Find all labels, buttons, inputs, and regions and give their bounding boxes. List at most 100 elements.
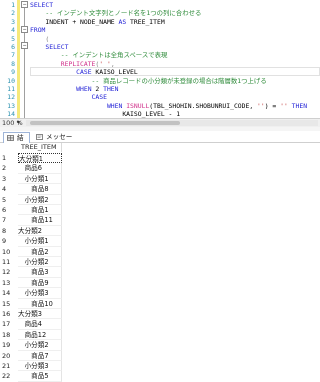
code-line: INDENT + NODE_NAME AS TREE_ITEM <box>30 18 164 26</box>
grid-header: TREE_ITEM <box>0 143 320 152</box>
table-cell[interactable]: 小分類1 <box>18 173 62 185</box>
table-row[interactable]: 5 小分類2 <box>0 194 320 205</box>
row-number[interactable]: 5 <box>2 195 16 205</box>
table-cell[interactable]: 商品3 <box>18 267 62 278</box>
tab-results[interactable]: 結果 <box>3 132 30 152</box>
line-number: 11 <box>7 85 15 93</box>
table-cell[interactable]: 商品11 <box>18 215 62 226</box>
table-cell[interactable]: 小分類1 <box>18 236 62 247</box>
table-row[interactable]: 16 大分類3 <box>0 309 320 320</box>
row-number[interactable]: 2 <box>2 163 16 173</box>
horizontal-scrollbar[interactable] <box>26 120 318 126</box>
table-row[interactable]: 22 商品5 <box>0 371 320 382</box>
code-token: FROM <box>30 26 46 35</box>
table-row[interactable]: 11 小分類2 <box>0 257 320 268</box>
row-number[interactable]: 12 <box>2 267 16 277</box>
row-number[interactable]: 11 <box>2 257 16 267</box>
row-number[interactable]: 16 <box>2 309 16 319</box>
row-number[interactable]: 10 <box>2 247 16 257</box>
table-cell[interactable]: 商品12 <box>18 329 62 341</box>
code-token: WHEN <box>30 101 123 110</box>
tab-messages[interactable]: メッセージ <box>33 132 75 151</box>
table-row[interactable]: 1 大分類1 <box>0 153 320 164</box>
table-cell[interactable]: 小分類2 <box>18 257 62 268</box>
table-cell[interactable]: 小分類2 <box>18 340 62 351</box>
line-number: 3 <box>11 17 15 26</box>
row-number[interactable]: 15 <box>2 299 16 309</box>
code-token: '' <box>257 101 265 110</box>
sql-editor[interactable]: 1 2 3 4 5 6 7 8 9 10 11 12 13 14 − − − SELECT -- インデン… <box>0 0 320 121</box>
row-number[interactable]: 4 <box>2 184 16 194</box>
table-cell[interactable]: 小分類2 <box>18 194 62 205</box>
outline-guide <box>24 4 25 121</box>
table-row[interactable]: 20 商品7 <box>0 350 320 361</box>
row-number[interactable]: 13 <box>2 278 16 288</box>
zoom-dropdown-icon[interactable]: ▾ <box>17 119 20 127</box>
table-cell[interactable]: 大分類1 <box>18 153 62 164</box>
table-row[interactable]: 17 商品4 <box>0 319 320 330</box>
row-number[interactable]: 18 <box>2 330 16 340</box>
table-cell[interactable]: 商品7 <box>18 350 62 361</box>
table-cell[interactable]: 商品10 <box>18 298 62 309</box>
collapse-icon[interactable]: − <box>21 42 28 49</box>
table-cell[interactable]: 小分類3 <box>18 288 62 299</box>
table-row[interactable]: 12 商品3 <box>0 267 320 278</box>
row-number[interactable]: 7 <box>2 215 16 225</box>
scrollbar-thumb[interactable] <box>30 121 180 125</box>
code-token: -- インデント文字列とノード名を1つの列に合わせる <box>30 9 202 18</box>
row-number[interactable]: 3 <box>2 174 16 184</box>
table-row[interactable]: 6 商品1 <box>0 205 320 216</box>
row-number[interactable]: 21 <box>2 361 16 371</box>
grid-corner[interactable] <box>0 143 18 152</box>
code-token: WHEN <box>30 85 92 93</box>
code-line: CASE KAISO_LEVEL <box>30 68 138 76</box>
row-number[interactable]: 8 <box>2 226 16 236</box>
table-row[interactable]: 4 商品8 <box>0 184 320 195</box>
row-number[interactable]: 20 <box>2 351 16 361</box>
table-row[interactable]: 19 小分類2 <box>0 340 320 351</box>
table-row[interactable]: 3 小分類1 <box>0 173 320 185</box>
table-row[interactable]: 2 商品6 <box>0 163 320 174</box>
row-number[interactable]: 6 <box>2 205 16 215</box>
code-line: ( <box>30 35 49 43</box>
table-cell[interactable]: 商品6 <box>18 163 62 174</box>
table-cell[interactable]: 商品2 <box>18 246 62 257</box>
row-number[interactable]: 17 <box>2 319 16 329</box>
row-number[interactable]: 14 <box>2 288 16 298</box>
table-cell[interactable]: 商品9 <box>18 277 62 289</box>
table-row[interactable]: 9 小分類1 <box>0 236 320 247</box>
code-token: ' ' <box>99 59 111 68</box>
line-number: 10 <box>7 76 15 85</box>
table-cell[interactable]: 大分類2 <box>18 225 62 237</box>
column-header-tree-item[interactable]: TREE_ITEM <box>18 143 62 152</box>
table-cell[interactable]: 商品1 <box>18 205 62 216</box>
collapse-icon[interactable]: − <box>21 1 28 8</box>
code-token: ( <box>30 34 50 43</box>
table-row[interactable]: 8 大分類2 <box>0 225 320 237</box>
table-row[interactable]: 14 小分類3 <box>0 288 320 299</box>
table-cell[interactable]: 商品4 <box>18 319 62 330</box>
code-line: WHEN 2 THEN <box>30 85 118 93</box>
table-cell[interactable]: 商品8 <box>18 184 62 195</box>
table-row[interactable]: 13 商品9 <box>0 277 320 289</box>
table-row[interactable]: 7 商品11 <box>0 215 320 226</box>
table-cell[interactable]: 大分類3 <box>18 309 62 320</box>
line-number: 2 <box>11 9 15 18</box>
collapse-icon[interactable]: − <box>21 26 28 33</box>
row-number[interactable]: 19 <box>2 340 16 350</box>
row-number[interactable]: 1 <box>2 153 16 163</box>
change-tracking-bar <box>17 0 20 121</box>
table-cell[interactable]: 小分類3 <box>18 361 62 372</box>
table-cell[interactable]: 商品5 <box>18 371 62 382</box>
line-number: 8 <box>11 59 15 68</box>
table-row[interactable]: 18 商品12 <box>0 329 320 341</box>
code-line: WHEN ISNULL(TBL_SHOHIN.SHOBUNRUI_CODE, '… <box>30 102 307 110</box>
code-token: '' <box>280 101 288 110</box>
code-token: KAISO_LEVEL <box>91 68 138 77</box>
table-row[interactable]: 10 商品2 <box>0 246 320 257</box>
table-row[interactable]: 15 商品10 <box>0 298 320 309</box>
table-row[interactable]: 21 小分類3 <box>0 361 320 372</box>
results-grid[interactable]: TREE_ITEM 1 大分類1 2 商品6 3 小分類1 4 商品8 5 小分類2 6 商… <box>0 143 320 382</box>
row-number[interactable]: 22 <box>2 371 16 381</box>
row-number[interactable]: 9 <box>2 236 16 246</box>
